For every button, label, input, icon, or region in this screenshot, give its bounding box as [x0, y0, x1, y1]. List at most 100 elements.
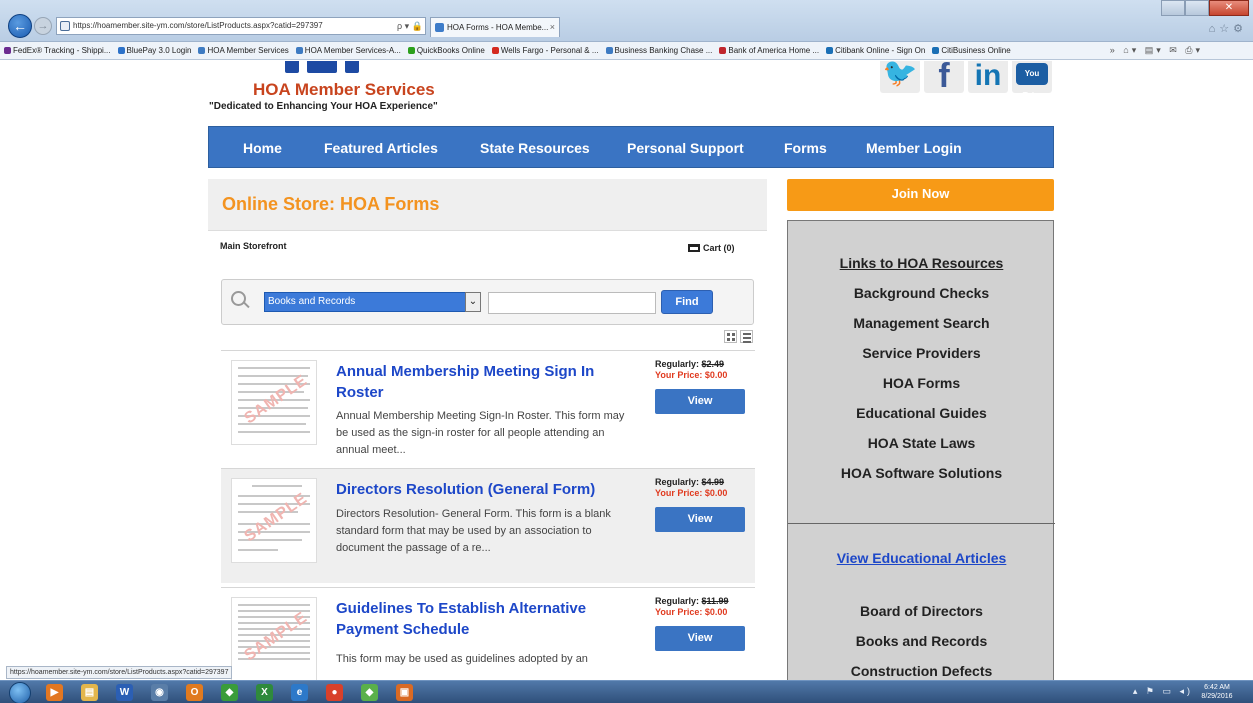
sidebar-item-hoa-forms[interactable]: HOA Forms	[788, 375, 1055, 391]
window-maximize-button[interactable]	[1185, 0, 1209, 16]
app-globe-icon[interactable]: ◉	[151, 684, 168, 701]
view-button[interactable]: View	[655, 626, 745, 651]
tab-favicon-icon	[435, 23, 444, 32]
favorite-link[interactable]: HOA Member Services-A...	[295, 42, 401, 59]
brand-title[interactable]: HOA Member Services	[253, 80, 435, 100]
browser-tab-active[interactable]: HOA Forms - HOA Membe... ×	[430, 17, 560, 37]
favorite-label: BluePay 3.0 Login	[126, 46, 192, 55]
view-educational-articles-label: View Educational Articles	[836, 550, 1007, 566]
regular-price: Regularly: $4.99	[655, 477, 724, 487]
sidebar-item-educational-guides[interactable]: Educational Guides	[788, 405, 1055, 421]
category-selected-value: Books and Records	[268, 296, 356, 307]
back-arrow-icon: ←	[13, 18, 27, 34]
sidebar-item-hoa-state-laws[interactable]: HOA State Laws	[788, 435, 1055, 451]
file-explorer-icon[interactable]: ▤	[81, 684, 98, 701]
address-controls[interactable]: ρ ▾ 🔒 C	[397, 18, 425, 34]
favorite-link[interactable]: Wells Fargo - Personal & ...	[491, 42, 599, 59]
window-close-button[interactable]: ✕	[1209, 0, 1249, 16]
nav-state-resources[interactable]: State Resources	[480, 127, 590, 169]
store-search-bar: Books and Records ⌄ Find	[221, 279, 754, 325]
media-player-icon[interactable]: ▶	[46, 684, 63, 701]
facebook-icon[interactable]: f	[924, 61, 964, 95]
sidebar-item-background-checks[interactable]: Background Checks	[788, 285, 1055, 301]
favorite-site-icon	[407, 47, 415, 54]
search-input[interactable]	[488, 292, 656, 314]
view-educational-articles-link[interactable]: View Educational Articles	[788, 550, 1055, 566]
product-thumbnail[interactable]: SAMPLE	[231, 478, 317, 563]
favorite-link[interactable]: QuickBooks Online	[407, 42, 485, 59]
twitter-icon[interactable]: 🐦	[880, 61, 920, 93]
favorite-link[interactable]: Citibank Online - Sign On	[826, 42, 925, 59]
address-bar[interactable]: https://hoamember.site-ym.com/store/List…	[56, 17, 426, 35]
favorite-link[interactable]: BluePay 3.0 Login	[117, 42, 192, 59]
page-title: Online Store: HOA Forms	[222, 194, 440, 214]
regular-price-label: Regularly:	[655, 477, 700, 487]
nav-personal-support[interactable]: Personal Support	[627, 127, 744, 169]
sidebar-topic-construction-defects[interactable]: Construction Defects	[788, 663, 1055, 679]
chrome-icon[interactable]: ●	[326, 684, 343, 701]
nav-member-login[interactable]: Member Login	[866, 127, 962, 169]
app-orange-icon[interactable]: ▣	[396, 684, 413, 701]
tab-close-icon[interactable]: ×	[550, 18, 555, 37]
outlook-icon[interactable]: O	[186, 684, 203, 701]
sidebar-topic-board-of-directors[interactable]: Board of Directors	[788, 603, 1055, 619]
product-row: SAMPLE Guidelines To Establish Alternati…	[221, 587, 755, 680]
favorite-link[interactable]: Business Banking Chase ...	[605, 42, 712, 59]
linkedin-icon[interactable]: in	[968, 61, 1008, 93]
web-page: HOA Member Services "Dedicated to Enhanc…	[0, 61, 1253, 680]
join-now-button[interactable]: Join Now	[787, 179, 1054, 211]
brand-tagline: "Dedicated to Enhancing Your HOA Experie…	[209, 101, 438, 112]
sidebar-item-service-providers[interactable]: Service Providers	[788, 345, 1055, 361]
view-button[interactable]: View	[655, 389, 745, 414]
favorite-link[interactable]: CitiBusiness Online	[932, 42, 1011, 59]
app-green-icon[interactable]: ◆	[361, 684, 378, 701]
quickbooks-icon[interactable]: ◆	[221, 684, 238, 701]
favorite-label: QuickBooks Online	[416, 46, 485, 55]
product-title[interactable]: Guidelines To Establish Alternative Paym…	[336, 598, 636, 640]
youtube-icon[interactable]: You Tube	[1012, 61, 1052, 100]
start-button[interactable]	[9, 682, 31, 703]
windows-taskbar: ▶ ▤ W ◉ O ◆ Xe ● ◆ ▣ ▴ ⚑ ▭ ◂) 6:42 AM 8/29/2016	[0, 680, 1253, 703]
taskbar-clock[interactable]: 6:42 AM 8/29/2016	[1193, 683, 1241, 701]
system-tray-icons[interactable]: ▴ ⚑ ▭ ◂)	[1133, 686, 1193, 697]
favorite-label: Citibank Online - Sign On	[835, 46, 926, 55]
excel-icon[interactable]: X	[256, 684, 273, 701]
product-thumbnail[interactable]: SAMPLE	[231, 360, 317, 445]
view-button[interactable]: View	[655, 507, 745, 532]
cart-label: Cart (0)	[703, 243, 735, 253]
product-description: Directors Resolution- General Form. This…	[336, 508, 611, 554]
back-button[interactable]: ←	[8, 14, 32, 38]
favorite-label: Bank of America Home ...	[728, 46, 820, 55]
product-title[interactable]: Annual Membership Meeting Sign In Roster	[336, 361, 636, 403]
nav-featured-articles[interactable]: Featured Articles	[324, 127, 438, 169]
nav-home[interactable]: Home	[243, 127, 282, 169]
linkedin-glyph: in	[974, 61, 1002, 92]
your-price: Your Price: $0.00	[655, 370, 728, 380]
internet-explorer-icon[interactable]: e	[291, 684, 308, 701]
youtube-glyph: You Tube	[1016, 63, 1048, 100]
favorite-link[interactable]: Bank of America Home ...	[719, 42, 819, 59]
product-thumbnail[interactable]: SAMPLE	[231, 597, 317, 680]
forward-button[interactable]: →	[34, 17, 52, 35]
chevron-down-icon[interactable]: ⌄	[465, 292, 481, 312]
main-storefront-link[interactable]: Main Storefront	[220, 241, 287, 251]
list-view-icon[interactable]	[740, 330, 753, 343]
sidebar-item-management-search[interactable]: Management Search	[788, 315, 1055, 331]
tab-title: HOA Forms - HOA Membe...	[447, 23, 549, 32]
window-minimize-button[interactable]	[1161, 0, 1185, 16]
sidebar-topic-books-and-records[interactable]: Books and Records	[788, 633, 1055, 649]
product-title[interactable]: Directors Resolution (General Form)	[336, 479, 636, 500]
clock-time: 6:42 AM	[1204, 684, 1230, 691]
find-button[interactable]: Find	[661, 290, 713, 314]
favorite-link[interactable]: HOA Member Services	[198, 42, 289, 59]
cart-link[interactable]: Cart (0)	[688, 243, 735, 253]
grid-view-icon[interactable]	[724, 330, 737, 343]
word-icon[interactable]: W	[116, 684, 133, 701]
command-bar-icons[interactable]: » ⌂▾ ▤▾ ✉ ⎙▾	[1110, 42, 1203, 59]
home-star-gear-icons[interactable]: ⌂☆⚙	[1209, 22, 1247, 35]
links-to-hoa-resources-heading[interactable]: Links to HOA Resources	[788, 255, 1055, 271]
nav-forms[interactable]: Forms	[784, 127, 827, 169]
favorite-link[interactable]: FedEx® Tracking - Shippi...	[4, 42, 111, 59]
category-select[interactable]: Books and Records ⌄	[264, 292, 481, 312]
sidebar-item-hoa-software-solutions[interactable]: HOA Software Solutions	[788, 465, 1055, 481]
